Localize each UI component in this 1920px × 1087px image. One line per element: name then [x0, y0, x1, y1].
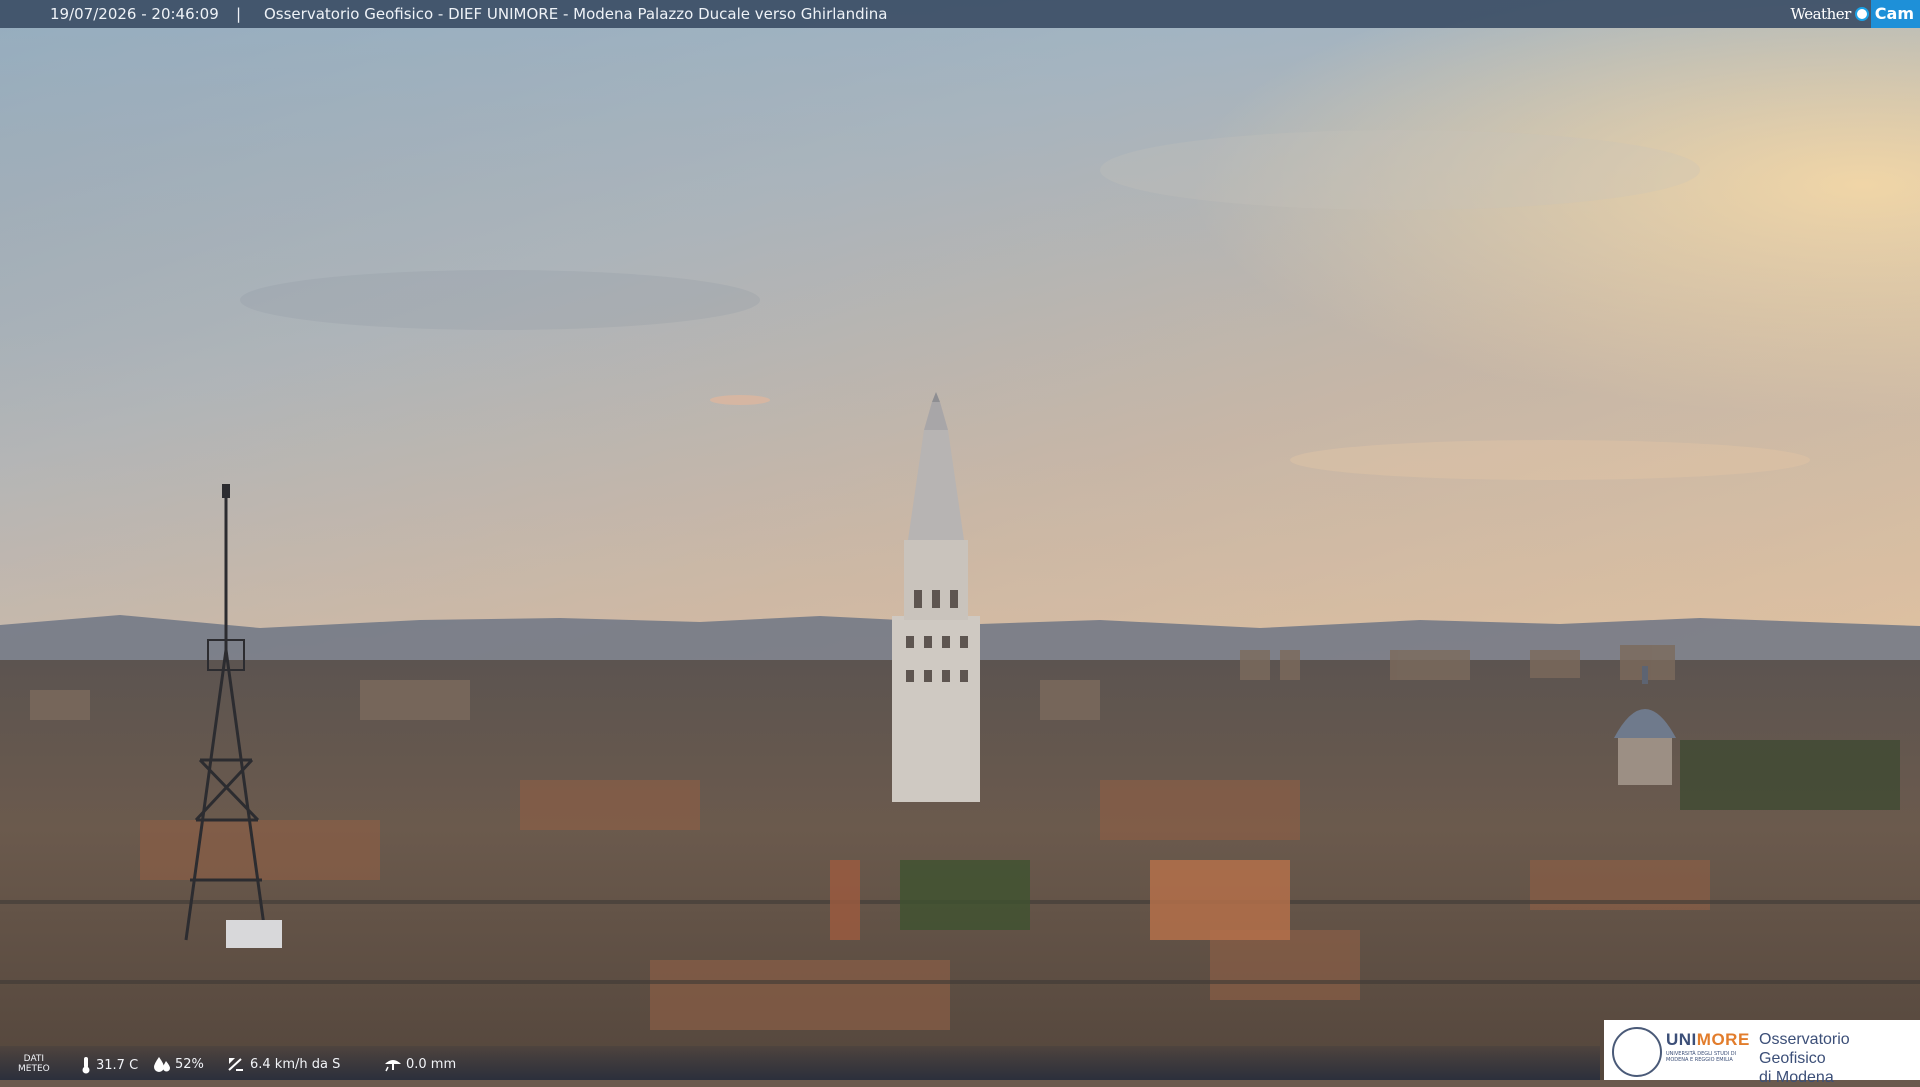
rain-value: 0.0 mm [406, 1056, 457, 1072]
wind-icon [228, 1058, 243, 1071]
rain-reading: 0.0 mm [384, 1056, 456, 1072]
rain-icon [385, 1060, 401, 1072]
weather-strip: DATI METEO 31.7 C 52% 6.4 km/h da S 0.0 … [0, 1046, 1600, 1080]
humidity-value: 52% [175, 1056, 204, 1072]
header-separator: | [236, 5, 242, 23]
observatory-name: Osservatorio Geofisico di Modena [1759, 1031, 1850, 1086]
wind-value: 6.4 km/h da S [250, 1056, 341, 1072]
webcam-image [0, 0, 1920, 1080]
brand-cam-text: Cam [1870, 0, 1920, 28]
humidity-icon [154, 1057, 170, 1072]
temperature-reading: 31.7 C [80, 1056, 138, 1074]
brand-dot-icon [1854, 7, 1869, 21]
unimore-seal-icon [1612, 1027, 1662, 1077]
unimore-wordmark: UNIMORE [1666, 1030, 1750, 1049]
header-bar: 19/07/2026 - 20:46:09 | Osservatorio Geo… [0, 0, 1920, 28]
camera-title: Osservatorio Geofisico - DIEF UNIMORE - … [264, 5, 888, 23]
datetime-text: 19/07/2026 - 20:46:09 [50, 5, 219, 23]
humidity-reading: 52% [153, 1056, 204, 1072]
thermometer-icon [82, 1057, 90, 1074]
weather-label: DATI METEO [18, 1054, 50, 1074]
temperature-value: 31.7 C [96, 1057, 139, 1073]
unimore-subtitle: UNIVERSITÀ DEGLI STUDI DI MODENA E REGGI… [1666, 1051, 1737, 1063]
wind-reading: 6.4 km/h da S [226, 1056, 340, 1072]
weathercam-logo[interactable]: Weather Cam [1791, 0, 1920, 28]
brand-weather-text: Weather [1790, 5, 1852, 23]
unimore-logo[interactable]: UNIMORE UNIVERSITÀ DEGLI STUDI DI MODENA… [1604, 1020, 1920, 1086]
